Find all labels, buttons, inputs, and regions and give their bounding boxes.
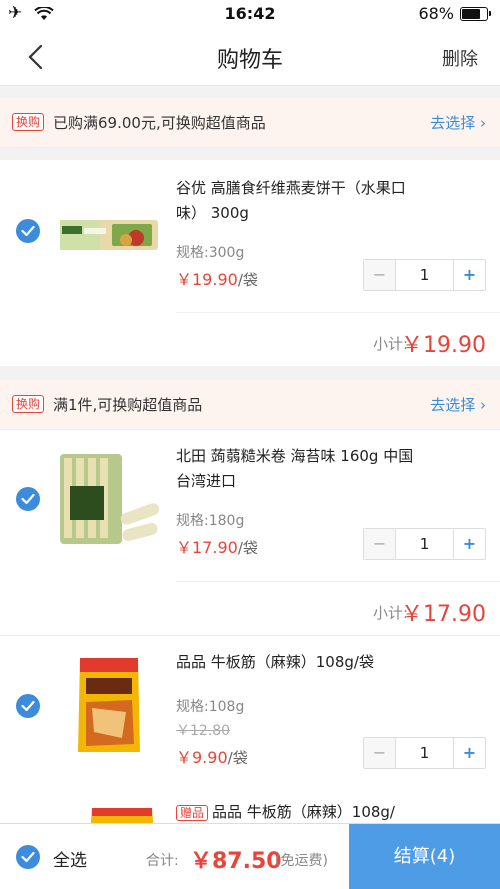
product-spec: 规格:180g [176,513,245,529]
checkout-button[interactable]: 结算(4) [349,824,500,889]
quantity-value[interactable]: 1 [396,529,453,559]
promo-banner-1[interactable]: 换购 已购满69.00元,可换购超值商品 去选择 › [0,98,500,148]
total-label: 合计: [146,853,179,869]
decrease-button[interactable]: − [364,738,396,768]
cart-item: 品品 牛板筋（麻辣）108g/袋 规格:108g ￥12.80 ￥9.90/袋 … [0,635,500,800]
chevron-right-icon: › [480,396,486,414]
increase-button[interactable]: + [453,529,485,559]
quantity-value[interactable]: 1 [396,260,453,290]
choose-link[interactable]: 去选择 › [430,112,486,133]
select-all-label[interactable]: 全选 [53,846,87,871]
quantity-value[interactable]: 1 [396,738,453,768]
increase-button[interactable]: + [453,738,485,768]
product-name[interactable]: 谷优 高膳食纤维燕麦饼干（水果口味） 300g [176,176,416,226]
cart-group-1: 谷优 高膳食纤维燕麦饼干（水果口味） 300g 规格:300g ￥19.90/袋… [0,160,500,366]
subtotal-row: 小计: ￥17.90 [176,581,500,635]
delete-button[interactable]: 删除 [442,45,478,71]
item-checkbox[interactable] [16,219,40,243]
select-all-checkbox[interactable] [16,845,40,869]
decrease-button[interactable]: − [364,260,396,290]
gift-tag: 赠品 [176,805,209,821]
nav-bar: 购物车 删除 [0,28,500,86]
subtotal-row: 小计: ￥19.90 [176,312,500,366]
product-price: ￥9.90/袋 [176,748,248,767]
decrease-button[interactable]: − [364,529,396,559]
freight-note: (免运费) [275,853,328,869]
increase-button[interactable]: + [453,260,485,290]
page-title: 购物车 [216,48,283,73]
item-checkbox[interactable] [16,694,40,718]
choose-link[interactable]: 去选择 › [430,394,486,415]
item-checkbox[interactable] [16,487,40,511]
promo-tag: 换购 [12,113,45,131]
subtotal-amount: ￥19.90 [401,333,486,358]
cart-group-2: 北田 蒟蒻糙米卷 海苔味 160g 中国台湾进口 规格:180g ￥17.90/… [0,430,500,834]
battery-percent: 68% [418,4,454,23]
product-price: ￥17.90/袋 [176,538,258,557]
original-price: ￥12.80 [176,723,231,739]
cart-item: 谷优 高膳食纤维燕麦饼干（水果口味） 300g 规格:300g ￥19.90/袋… [0,160,500,366]
product-price: ￥19.90/袋 [176,270,258,289]
total-amount: ￥87.50 [190,849,282,874]
cart-item: 北田 蒟蒻糙米卷 海苔味 160g 中国台湾进口 规格:180g ￥17.90/… [0,430,500,635]
product-name[interactable]: 北田 蒟蒻糙米卷 海苔味 160g 中国台湾进口 [176,444,416,494]
product-spec: 规格:300g [176,245,245,261]
quantity-stepper: − 1 + [363,528,486,560]
product-spec: 规格:108g [176,699,245,715]
subtotal-amount: ￥17.90 [401,602,486,627]
product-thumbnail[interactable] [56,178,162,284]
quantity-stepper: − 1 + [363,259,486,291]
product-thumbnail[interactable] [56,652,162,758]
chevron-right-icon: › [480,114,486,132]
promo-text: 满1件,可换购超值商品 [53,396,203,414]
battery-icon [460,7,491,21]
status-bar: ✈ 16:42 68% [0,0,500,28]
promo-text: 已购满69.00元,可换购超值商品 [53,114,266,132]
quantity-stepper: − 1 + [363,737,486,769]
checkout-bar: 全选 合计: ￥87.50 (免运费) 结算(4) [0,823,500,889]
product-thumbnail[interactable] [56,446,162,552]
promo-tag: 换购 [12,395,45,413]
promo-banner-2[interactable]: 换购 满1件,可换购超值商品 去选择 › [0,380,500,430]
product-name[interactable]: 品品 牛板筋（麻辣）108g/袋 [176,650,416,675]
